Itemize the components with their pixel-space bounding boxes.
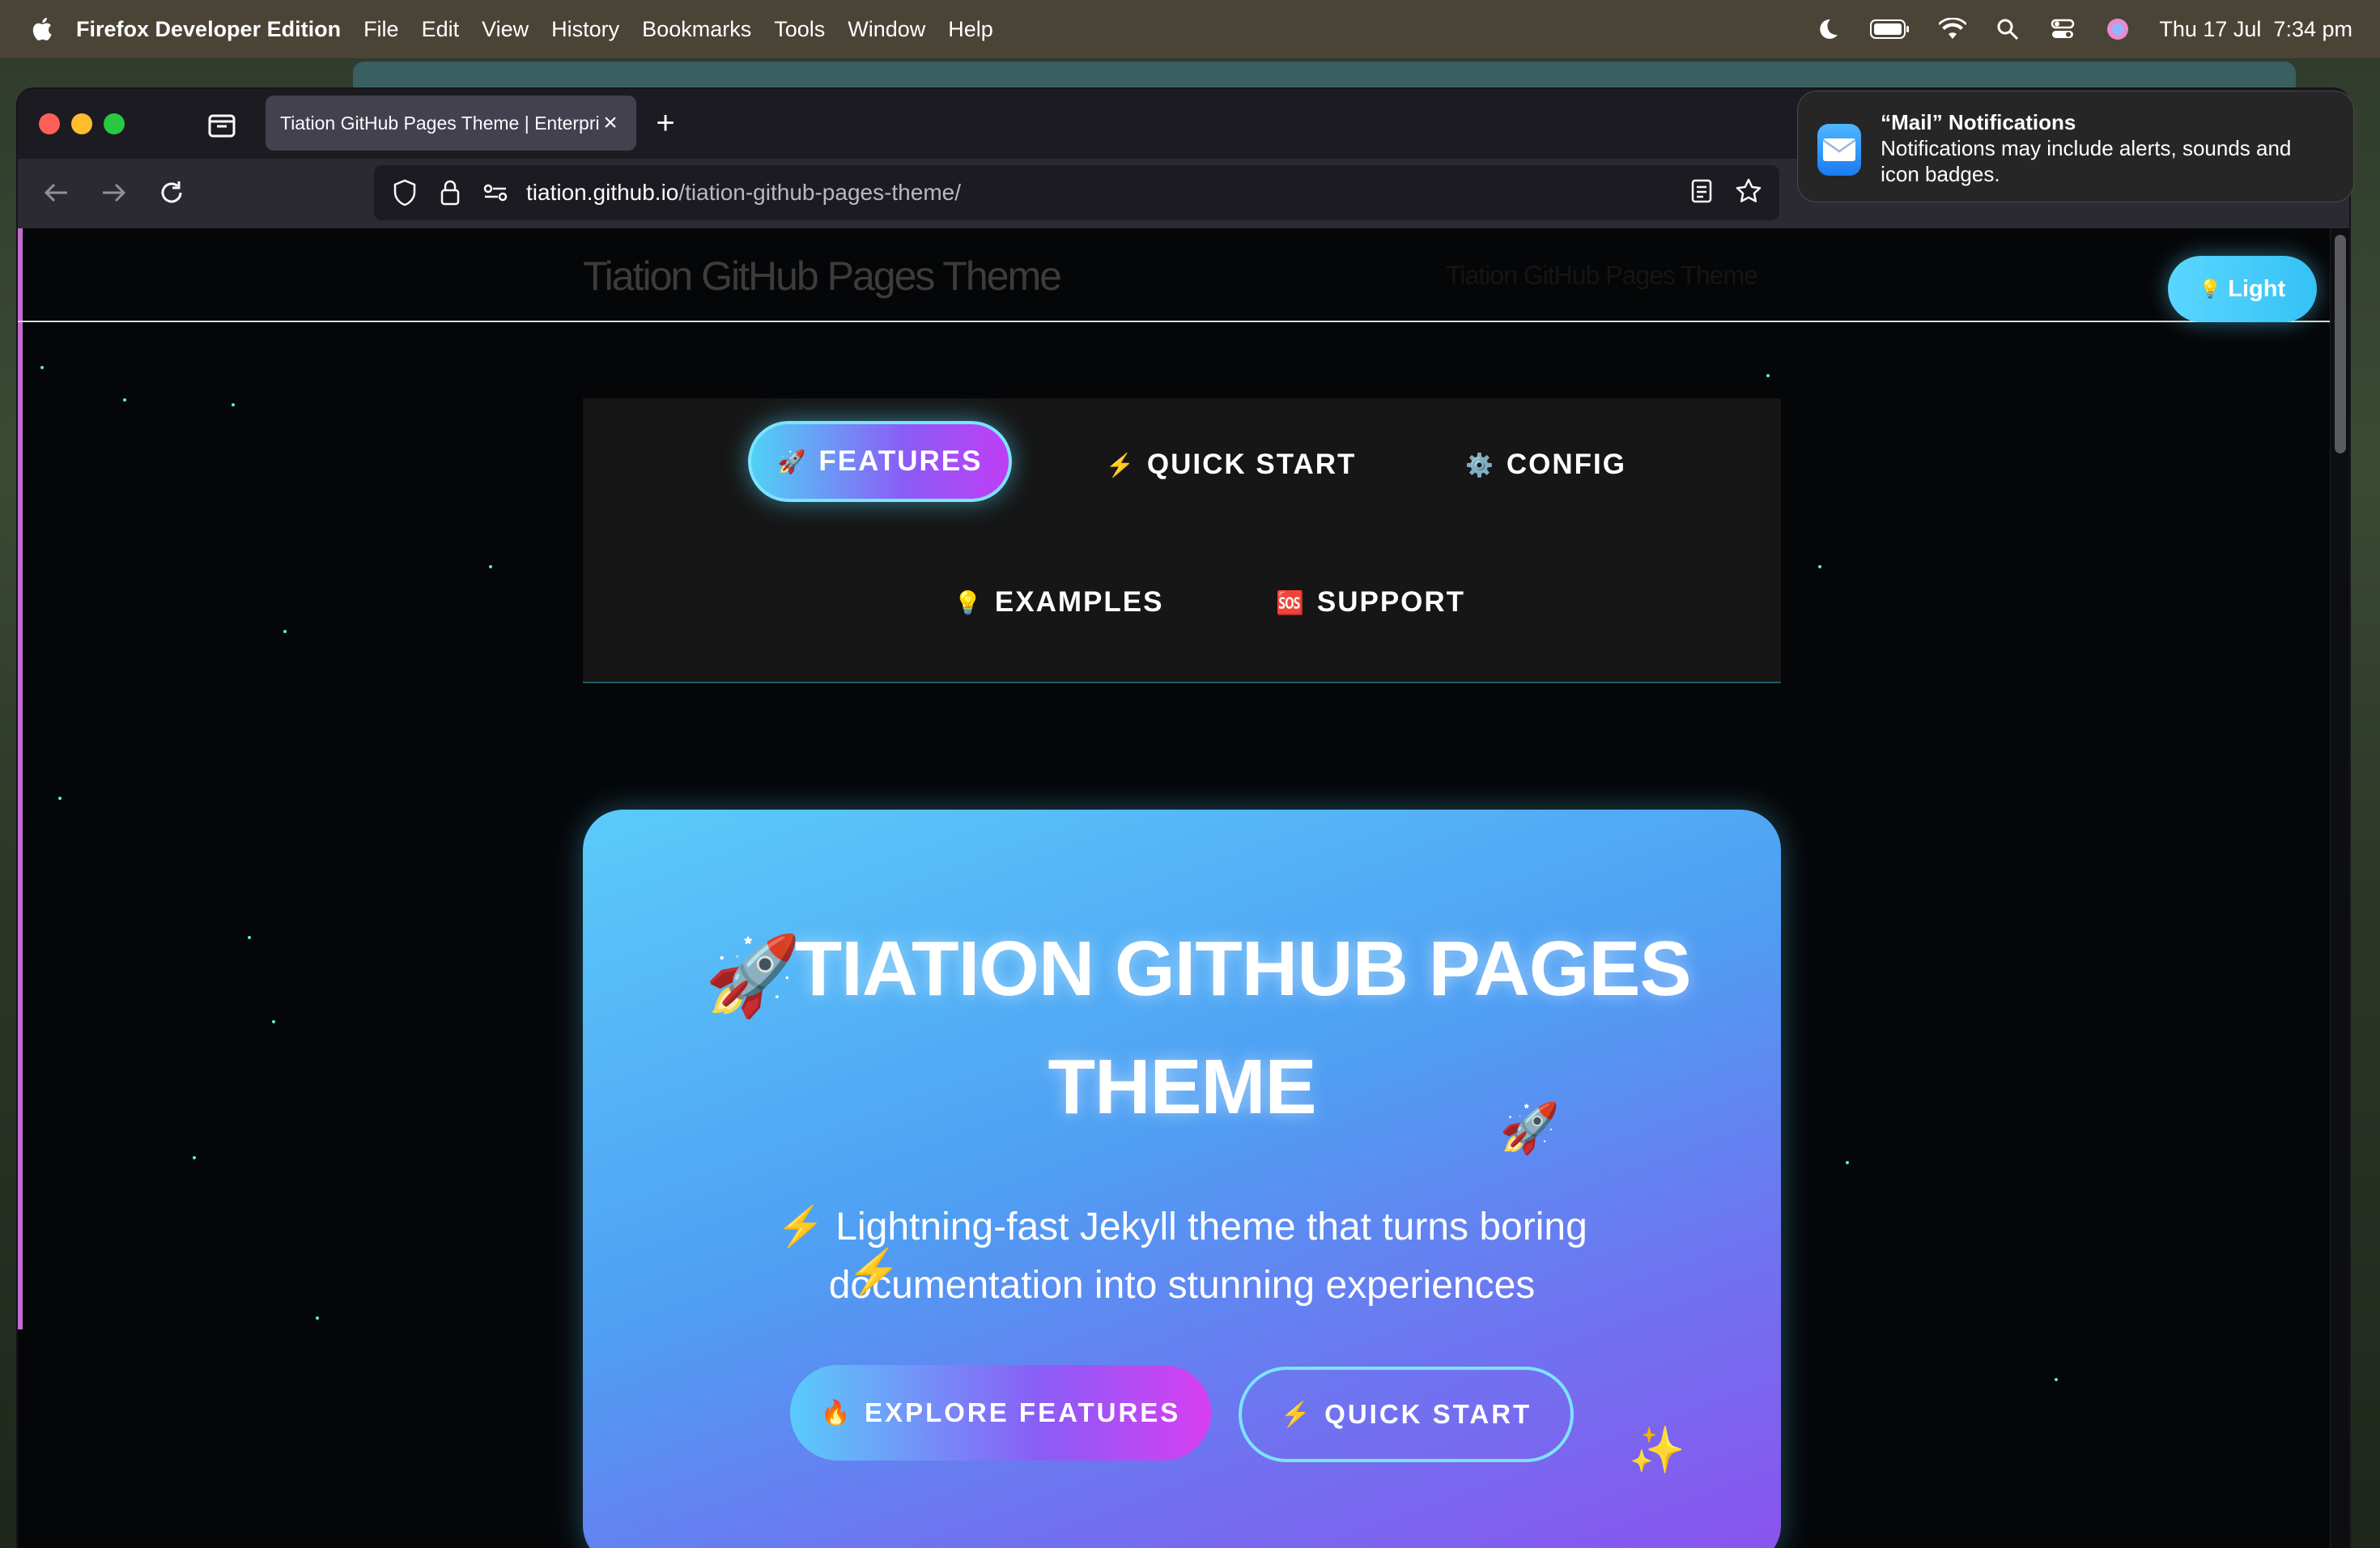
site-nav: 🚀 FEATURES ⚡ QUICK START ⚙️ CONFIG 💡 EXA…	[583, 398, 1781, 683]
tab-overview-icon[interactable]	[206, 108, 238, 141]
control-center-icon[interactable]	[2049, 15, 2076, 43]
page-scrollbar[interactable]	[2330, 228, 2349, 1548]
close-window-button[interactable]	[39, 113, 60, 134]
nav-examples-label: EXAMPLES	[994, 586, 1164, 618]
hero-subtitle: ⚡ Lightning-fast Jekyll theme that turns…	[776, 1206, 1587, 1307]
site-title[interactable]: Tiation GitHub Pages Theme	[583, 253, 1062, 300]
siri-icon[interactable]	[2104, 15, 2131, 43]
spotlight-search-icon[interactable]	[1994, 15, 2021, 43]
star-particle	[2055, 1378, 2058, 1381]
notification-body: Notifications may include alerts, sounds…	[1881, 136, 2292, 186]
hero-title-line2: THEME	[1048, 1044, 1317, 1130]
zoom-window-button[interactable]	[104, 113, 125, 134]
nav-features[interactable]: 🚀 FEATURES	[748, 421, 1012, 502]
explore-features-label: EXPLORE FEATURES	[865, 1397, 1181, 1427]
menu-edit[interactable]: Edit	[422, 17, 460, 42]
explore-features-button[interactable]: 🔥 EXPLORE FEATURES	[790, 1365, 1211, 1461]
nav-quick-start[interactable]: ⚡ QUICK START	[1106, 424, 1356, 505]
rocket-icon: 🚀	[777, 449, 808, 474]
lightning-icon: ⚡	[1106, 452, 1136, 478]
site-header: Tiation GitHub Pages Theme Tiation GitHu…	[18, 228, 2330, 322]
scrollbar-thumb[interactable]	[2335, 235, 2346, 453]
hero-card: 🚀 TIATION GITHUB PAGES THEME 🚀 ⚡ Lightni…	[583, 810, 1781, 1548]
nav-config-label: CONFIG	[1506, 449, 1626, 480]
forward-arrow-icon[interactable]	[96, 175, 131, 211]
site-permissions-icon[interactable]	[481, 178, 510, 207]
nav-support[interactable]: 🆘 SUPPORT	[1276, 562, 1465, 643]
mail-notification[interactable]: “Mail” Notifications Notifications may i…	[1797, 91, 2354, 202]
notification-title: “Mail” Notifications	[1881, 110, 2076, 134]
url-path: /tiation-github-pages-theme/	[678, 180, 962, 205]
mail-app-icon	[1817, 124, 1862, 176]
focus-moon-icon[interactable]	[1814, 15, 1842, 43]
lightning-icon: ⚡	[1280, 1401, 1314, 1428]
apple-logo-icon[interactable]	[28, 15, 53, 44]
theme-toggle-button[interactable]: 💡 Light	[2168, 256, 2317, 322]
menu-view[interactable]: View	[482, 17, 529, 42]
menu-tools[interactable]: Tools	[774, 17, 825, 42]
menubar-datetime[interactable]: Thu 17 Jul 7:34 pm	[2159, 17, 2352, 42]
menu-help[interactable]: Help	[948, 17, 993, 42]
site-title-ghost: Tiation GitHub Pages Theme	[1446, 261, 1758, 290]
browser-tab-active[interactable]: Tiation GitHub Pages Theme | Enterprise …	[266, 96, 636, 151]
back-arrow-icon[interactable]	[39, 175, 74, 211]
gear-icon: ⚙️	[1465, 452, 1495, 478]
floating-lightning-icon: ⚡	[847, 1248, 902, 1296]
url-domain: tiation.github.io	[526, 180, 679, 205]
window-edge-accent	[18, 228, 23, 1329]
macos-menubar: Firefox Developer Edition File Edit View…	[0, 0, 2380, 58]
lightbulb-icon: 💡	[2199, 279, 2222, 299]
star-particle	[1766, 374, 1770, 377]
fire-icon: 🔥	[820, 1399, 854, 1427]
nav-features-label: FEATURES	[818, 445, 983, 477]
close-tab-icon[interactable]: ×	[599, 111, 622, 135]
notification-text: “Mail” Notifications Notifications may i…	[1881, 109, 2334, 187]
menu-file[interactable]: File	[363, 17, 399, 42]
quick-start-button[interactable]: ⚡ QUICK START	[1239, 1367, 1574, 1462]
bookmark-star-icon[interactable]	[1734, 176, 1763, 206]
web-page: Tiation GitHub Pages Theme Tiation GitHu…	[18, 228, 2349, 1548]
star-particle	[283, 630, 287, 633]
nav-support-label: SUPPORT	[1316, 586, 1466, 618]
sos-icon: 🆘	[1276, 589, 1306, 615]
star-particle	[1818, 565, 1821, 568]
menu-bookmarks[interactable]: Bookmarks	[642, 17, 751, 42]
star-particle	[1846, 1161, 1849, 1164]
tab-title: Tiation GitHub Pages Theme | Enterprise	[280, 112, 599, 134]
star-particle	[316, 1316, 319, 1320]
lightbulb-icon: 💡	[954, 589, 984, 615]
url-text[interactable]: tiation.github.io/tiation-github-pages-t…	[526, 180, 961, 206]
star-particle	[193, 1156, 196, 1159]
tracking-protection-shield-icon[interactable]	[390, 178, 419, 207]
lock-icon[interactable]	[436, 178, 465, 207]
theme-toggle-label: Light	[2228, 275, 2286, 302]
nav-config[interactable]: ⚙️ CONFIG	[1465, 424, 1626, 505]
reader-view-icon[interactable]	[1687, 176, 1716, 206]
browser-window: Tiation GitHub Pages Theme | Enterprise …	[18, 89, 2349, 1548]
menu-window[interactable]: Window	[848, 17, 925, 42]
hero-title-line1: TIATION GITHUB PAGES	[794, 925, 1691, 1012]
hero-title: TIATION GITHUB PAGES THEME	[583, 910, 1781, 1146]
star-particle	[232, 403, 235, 406]
sparkles-icon: ✨	[1629, 1424, 1685, 1475]
wifi-icon[interactable]	[1939, 15, 1967, 43]
floating-rocket-icon: 🚀	[1499, 1101, 1560, 1155]
new-tab-icon[interactable]: +	[648, 107, 683, 142]
star-particle	[123, 398, 126, 402]
reload-icon[interactable]	[154, 175, 189, 211]
star-particle	[40, 366, 44, 369]
nav-quick-start-label: QUICK START	[1146, 449, 1357, 480]
app-name-menu[interactable]: Firefox Developer Edition	[76, 17, 341, 42]
battery-icon[interactable]	[1869, 15, 1911, 43]
star-particle	[248, 936, 251, 939]
star-particle	[58, 797, 62, 800]
url-bar[interactable]: tiation.github.io/tiation-github-pages-t…	[374, 165, 1779, 220]
star-particle	[489, 565, 492, 568]
minimize-window-button[interactable]	[71, 113, 92, 134]
quick-start-label: QUICK START	[1324, 1399, 1532, 1429]
menu-history[interactable]: History	[551, 17, 619, 42]
star-particle	[272, 1020, 275, 1023]
nav-examples[interactable]: 💡 EXAMPLES	[954, 562, 1163, 643]
